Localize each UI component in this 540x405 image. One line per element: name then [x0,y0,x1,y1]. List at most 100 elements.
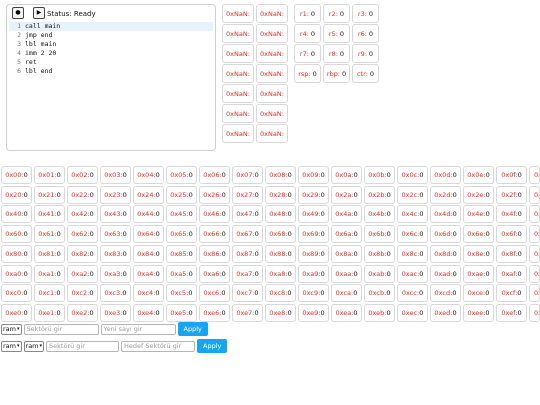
memory-address: 0x08: [269,171,288,179]
memory-value: 0 [517,289,522,298]
memory-address: 0xc7: [236,289,255,298]
memory-address: 0x7 [534,230,539,239]
memory-cell: 0xc4: 0 [133,284,164,303]
register-cell: r6: 0 [352,24,379,43]
memory-address: 0x00: [5,171,24,179]
stack-address: 0xNaN: [226,29,250,38]
memory-address: 0x60: [5,230,24,239]
target-sector-input[interactable]: Hedef Sektörü gir [121,340,196,352]
stack-address: 0xNaN: [226,9,250,18]
memory-cell: 0x28: 0 [265,185,296,204]
memory-value: 0 [353,308,358,317]
memory-cell: 0x66: 0 [199,225,230,244]
memory-address: 0xea: [335,308,354,317]
copy-value-form: ram ▾ ram ▾ Sektörü gir Hedef Sektörü gir … [1,339,228,353]
register-name: r8: [328,49,338,58]
memory-cell: 0xe3: 0 [100,303,131,322]
code-text: ret [25,58,37,66]
memory-value: 0 [122,230,127,239]
memory-cell: 0xa2: 0 [67,264,98,283]
memory-cell: 0x89: 0 [298,244,329,263]
memory-cell: 0xc0: 0 [1,284,32,303]
memory-address: 0xcd: [434,289,453,298]
memory-address: 0xc5: [170,289,189,298]
memory-address: 0xf [534,308,539,317]
stack-address: 0xNaN: [226,69,250,78]
memory-value: 0 [188,308,193,317]
memory-value: 0 [517,210,522,219]
memory-address: 0x05: [170,171,189,179]
memory-address: 0x46: [203,210,222,219]
memory-cell: 0xe1: 0 [34,303,65,322]
stack-cell: 0xNaN: [222,64,254,83]
source-sector-input[interactable]: Sektörü gir [46,340,120,352]
memory-address: 0x6e: [467,230,486,239]
memory-value: 0 [287,190,292,199]
memory-value: 0 [287,289,292,298]
memory-address: 0x4a: [335,210,354,219]
memory-cell: 0x87: 0 [232,244,263,263]
step-button[interactable]: ● [12,7,24,19]
sector-input[interactable]: Sektörü gir [23,323,99,335]
memory-address: 0x6a: [335,230,354,239]
memory-cell: 0x6b: 0 [364,225,395,244]
memory-address: 0x2d: [434,190,453,199]
memory-value: 0 [155,210,160,219]
memory-cell: 0x62: 0 [67,225,98,244]
memory-address: 0xa2: [71,269,90,278]
memory-address: 0xe8: [269,308,288,317]
memory-value: 0 [353,171,358,179]
memory-address: 0x3 [534,190,539,199]
memory-cell: 0x03: 0 [100,166,131,184]
memory-address: 0x45: [170,210,189,219]
memory-address: 0x47: [236,210,255,219]
memory-cell: 0xeb: 0 [364,303,395,322]
new-value-input[interactable]: Yeni sayı gir [100,323,176,335]
line-number: 6 [17,67,21,75]
memory-cell: 0x8f: 0 [496,244,527,263]
memory-address: 0x9 [534,249,539,258]
memory-cell: 0x9 [529,244,540,263]
memory-cell: 0x61: 0 [34,225,65,244]
memory-cell: 0x1 [529,166,540,184]
register-value: 0 [339,9,345,18]
memory-cell: 0xa8: 0 [265,264,296,283]
memory-cell: 0x47: 0 [232,205,263,224]
memory-address: 0x2b: [368,190,387,199]
memory-cell: 0x04: 0 [133,166,164,184]
code-text: jmp end [25,31,53,39]
register-value: 0 [339,49,345,58]
memory-value: 0 [188,289,193,298]
stack-address: 0xNaN: [260,109,284,118]
target-select[interactable]: ram ▾ [23,340,45,352]
register-value: 0 [368,29,374,38]
code-editor[interactable]: 1 call main 2 jmp end 3 lbl main 4 imm 2 20 5 ret… [9,22,213,148]
memory-value: 0 [320,249,325,258]
memory-cell: 0x0f: 0 [496,166,527,184]
source-select[interactable]: ram ▾ [1,340,22,352]
memory-address: 0x41: [38,210,57,219]
register-value: 0 [341,69,347,78]
line-number: 2 [17,31,21,39]
memory-value: 0 [320,190,325,199]
register-cell: r9: 0 [352,44,379,63]
memory-address: 0x1 [534,171,539,179]
memory-value: 0 [221,249,226,258]
memory-cell: 0x40: 0 [1,205,32,224]
memory-value: 0 [254,269,259,278]
stack-cell: 0xNaN: [222,44,254,63]
play-icon: ▶ [36,9,42,16]
code-text: imm 2 20 [25,49,57,57]
run-button[interactable]: ▶ [33,7,45,19]
memory-value: 0 [517,269,522,278]
apply-copy-button[interactable]: Apply [197,339,228,353]
register-name: r4: [299,29,309,38]
memory-cell: 0xac: 0 [397,264,428,283]
memory-cell: 0xb [529,264,540,283]
memory-cell: 0x6f: 0 [496,225,527,244]
memory-value: 0 [517,190,522,199]
memory-select[interactable]: ram ▾ [1,323,22,335]
chevron-down-icon: ▾ [17,326,20,332]
apply-set-button[interactable]: Apply [177,322,208,336]
memory-address: 0xd [534,289,539,298]
